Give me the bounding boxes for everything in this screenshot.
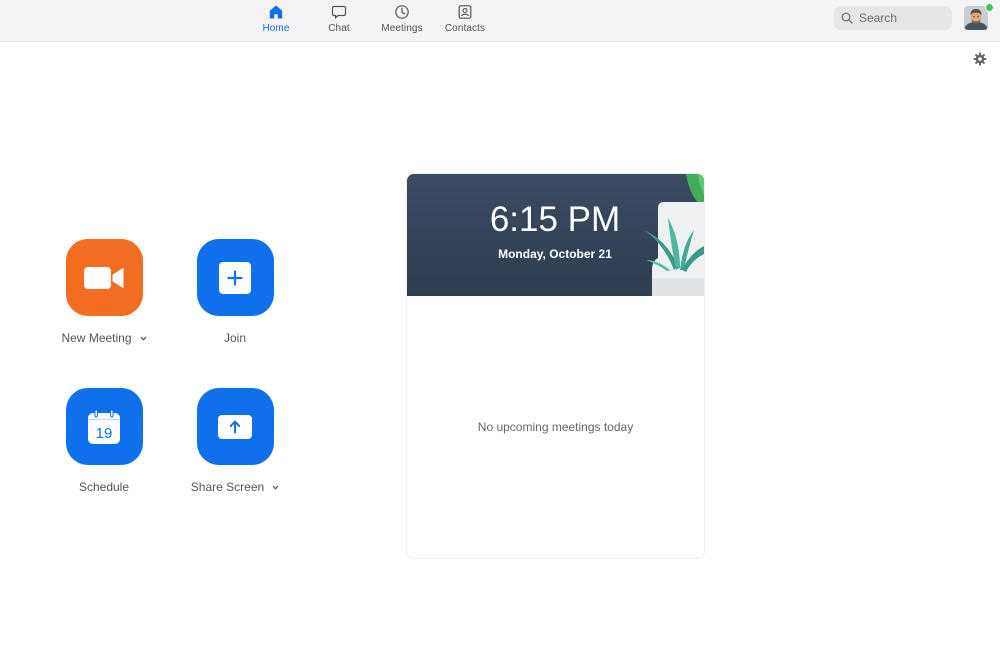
tab-label-meetings: Meetings [381,23,423,34]
join-button[interactable] [196,239,274,316]
tab-label-chat: Chat [328,23,350,34]
gear-icon[interactable] [973,52,987,66]
home-icon [269,5,283,19]
user-photo [964,6,988,30]
schedule-action: 19 Schedule [49,388,159,494]
current-time: 6:15 PM [489,200,621,239]
plus-icon [219,261,251,294]
share-screen-label: Share Screen [190,480,265,494]
video-camera-icon [84,266,124,289]
calendar-icon: 19 [88,409,120,444]
new-meeting-action: New Meeting [49,239,159,345]
tab-home[interactable]: Home [245,4,307,38]
clock-icon [395,5,409,19]
chat-icon [331,5,347,20]
schedule-button[interactable]: 19 [65,388,143,465]
tab-label-home: Home [262,23,290,34]
tab-chat[interactable]: Chat [308,4,370,38]
join-action: Join [180,239,290,345]
tab-meetings[interactable]: Meetings [371,4,433,38]
chevron-down-icon[interactable] [272,485,279,490]
tab-label-contacts: Contacts [444,23,486,34]
share-screen-label-row[interactable]: Share Screen [191,480,279,494]
no-meetings-message: No upcoming meetings today [477,420,634,434]
search-box[interactable] [834,6,952,30]
calendar-day-number: 19 [96,425,113,442]
current-date: Monday, October 21 [498,247,612,261]
tab-contacts[interactable]: Contacts [434,4,496,38]
new-meeting-label: New Meeting [61,331,132,345]
join-label: Join [223,331,246,345]
contacts-icon [458,5,472,19]
new-meeting-button[interactable] [65,239,143,316]
avatar[interactable] [964,6,988,30]
share-screen-action: Share Screen [180,388,290,494]
top-nav-bar: Home Chat Meetings Contacts [0,0,1000,42]
chevron-down-icon[interactable] [140,336,147,341]
join-label-row[interactable]: Join [224,331,246,345]
upcoming-meetings-card: 6:15 PM Monday, October 21 No upcoming m… [406,173,705,559]
clock-banner: 6:15 PM Monday, October 21 [407,174,704,296]
upload-arrow-icon [218,414,252,439]
schedule-label-row[interactable]: Schedule [79,480,129,494]
search-input[interactable] [859,11,944,25]
share-screen-button[interactable] [196,388,274,465]
online-status-dot [985,3,994,12]
schedule-label: Schedule [78,480,130,494]
search-icon [841,12,853,24]
new-meeting-label-row[interactable]: New Meeting [61,331,146,345]
